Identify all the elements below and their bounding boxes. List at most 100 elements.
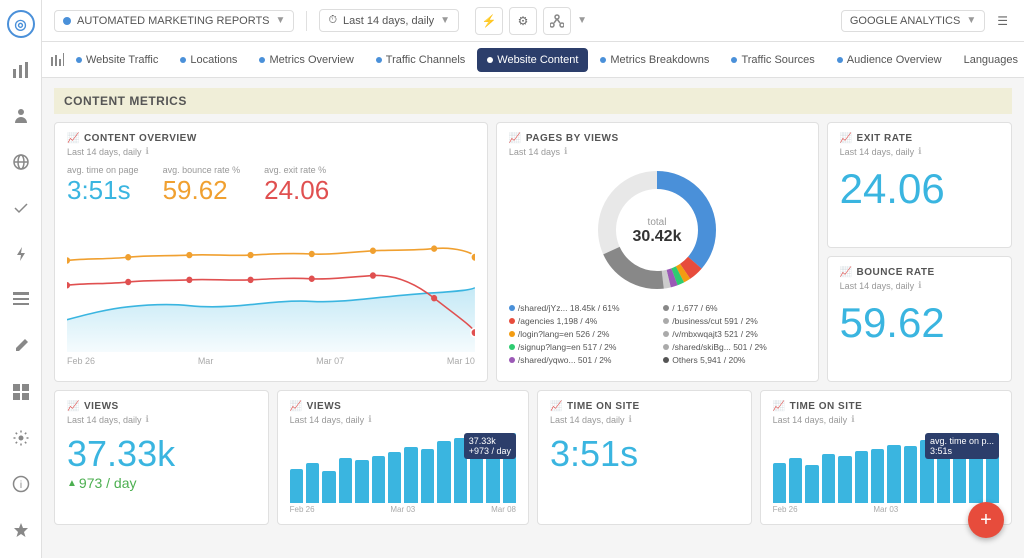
tab-label: Audience Overview bbox=[847, 54, 942, 66]
tab-traffic-channels[interactable]: Traffic Channels bbox=[366, 48, 475, 72]
sidebar-icon-star[interactable] bbox=[7, 516, 35, 544]
legend-dot bbox=[663, 305, 669, 311]
time-bar-x-labels: Feb 26 Mar 03 Mar 08 bbox=[773, 505, 999, 514]
svg-text:30.42k: 30.42k bbox=[633, 228, 682, 245]
time-bar-chart-container: avg. time on p... 3:51s bbox=[773, 433, 999, 503]
topbar: AUTOMATED MARKETING REPORTS ▼ ⏱ Last 14 … bbox=[42, 0, 1024, 42]
bar bbox=[887, 445, 900, 503]
legend-item: /shared/jYz... 18.45k / 61% bbox=[509, 303, 651, 313]
tab-traffic-sources[interactable]: Traffic Sources bbox=[721, 48, 824, 72]
tab-dot bbox=[487, 57, 493, 63]
logo[interactable]: ◎ bbox=[7, 10, 35, 38]
pages-subtitle: Last 14 days ℹ bbox=[509, 146, 806, 157]
metric-bounce-value: 59.62 bbox=[163, 175, 241, 206]
views-bar-x-labels: Feb 26 Mar 03 Mar 08 bbox=[290, 505, 516, 514]
delta-arrow: ▲ bbox=[67, 478, 77, 489]
svg-text:total: total bbox=[648, 217, 667, 228]
tab-dot bbox=[76, 57, 82, 63]
tab-dot bbox=[180, 57, 186, 63]
views-bar-chart-container: 37.33k +973 / day bbox=[290, 433, 516, 503]
metric-bounce: avg. bounce rate % 59.62 bbox=[163, 165, 241, 206]
ga-selector[interactable]: GOOGLE ANALYTICS ▼ bbox=[841, 10, 985, 32]
ga-label: GOOGLE ANALYTICS bbox=[850, 15, 960, 27]
legend-dot bbox=[663, 357, 669, 363]
bar bbox=[322, 471, 335, 503]
sidebar-icon-users[interactable] bbox=[7, 102, 35, 130]
topbar-action-icons: ⚡ ⚙ ▼ bbox=[475, 7, 587, 35]
legend-dot bbox=[663, 318, 669, 324]
content-overview-card: 📈 CONTENT OVERVIEW Last 14 days, daily ℹ… bbox=[54, 122, 488, 382]
time-chevron: ▼ bbox=[440, 15, 450, 26]
top-cards-row: 📈 CONTENT OVERVIEW Last 14 days, daily ℹ… bbox=[54, 122, 1012, 382]
tab-label: Traffic Channels bbox=[386, 54, 465, 66]
filter-icon-btn[interactable]: ⚙ bbox=[509, 7, 537, 35]
fab-button[interactable]: + bbox=[968, 502, 1004, 538]
bar bbox=[437, 441, 450, 503]
views-number-title: 📈 VIEWS bbox=[67, 401, 256, 412]
tab-website-content[interactable]: Website Content bbox=[477, 48, 588, 72]
topbar-separator bbox=[306, 11, 307, 31]
info-icon: ℹ bbox=[146, 146, 149, 157]
network-icon-btn[interactable] bbox=[543, 7, 571, 35]
legend-item: /shared/skiBg... 501 / 2% bbox=[663, 342, 805, 352]
time-label: Last 14 days, daily bbox=[343, 15, 434, 27]
time-selector[interactable]: ⏱ Last 14 days, daily ▼ bbox=[319, 9, 459, 32]
time-subtitle: Last 14 days, daily ℹ bbox=[550, 414, 739, 425]
legend-item: /shared/yqwo... 501 / 2% bbox=[509, 355, 651, 365]
info-icon: ℹ bbox=[564, 146, 567, 157]
bar bbox=[388, 452, 401, 503]
tab-audience-overview[interactable]: Audience Overview bbox=[827, 48, 952, 72]
bar bbox=[855, 451, 868, 503]
time-tooltip-value: 3:51s bbox=[930, 446, 994, 456]
donut-chart: total 30.42k bbox=[592, 165, 722, 295]
report-dot bbox=[63, 17, 71, 25]
donut-chart-container: total 30.42k bbox=[509, 165, 806, 295]
bar bbox=[822, 454, 835, 503]
bounce-rate-card: 📈 BOUNCE RATE Last 14 days, daily ℹ 59.6… bbox=[827, 256, 1012, 382]
time-on-site-big-card: 📈 TIME ON SITE Last 14 days, daily ℹ 3:5… bbox=[537, 390, 752, 525]
share-icon-btn[interactable]: ⚡ bbox=[475, 7, 503, 35]
tab-metrics-overview[interactable]: Metrics Overview bbox=[249, 48, 363, 72]
bounce-rate-value: 59.62 bbox=[840, 299, 999, 347]
legend-item: /agencies 1,198 / 4% bbox=[509, 316, 651, 326]
pages-title: 📈 PAGES BY VIEWS bbox=[509, 133, 806, 144]
menu-icon[interactable]: ☰ bbox=[993, 10, 1012, 32]
views-number-card: 📈 VIEWS Last 14 days, daily ℹ 37.33k ▲ 9… bbox=[54, 390, 269, 525]
sidebar-icon-table[interactable] bbox=[7, 286, 35, 314]
sidebar-icon-grid[interactable] bbox=[7, 378, 35, 406]
legend-dot bbox=[663, 331, 669, 337]
time-bar-subtitle: Last 14 days, daily ℹ bbox=[773, 414, 999, 425]
tab-locations[interactable]: Locations bbox=[170, 48, 247, 72]
exit-rate-card: 📈 EXIT RATE Last 14 days, daily ℹ 24.06 bbox=[827, 122, 1012, 248]
bar bbox=[372, 456, 385, 503]
network-chevron: ▼ bbox=[577, 15, 587, 26]
tab-dot bbox=[837, 57, 843, 63]
views-bar-card: 📈 VIEWS Last 14 days, daily ℹ 37.33k +97… bbox=[277, 390, 529, 525]
sidebar-icon-pencil[interactable] bbox=[7, 332, 35, 360]
bounce-rate-subtitle: Last 14 days, daily ℹ bbox=[840, 280, 999, 291]
sidebar-icon-chart[interactable] bbox=[7, 56, 35, 84]
content-overview-chart bbox=[67, 212, 475, 352]
views-bar-title: 📈 VIEWS bbox=[290, 401, 516, 412]
tab-website-traffic[interactable]: Website Traffic bbox=[66, 48, 168, 72]
sidebar-icon-settings[interactable] bbox=[7, 424, 35, 452]
pages-by-views-card: 📈 PAGES BY VIEWS Last 14 days ℹ bbox=[496, 122, 819, 382]
content-overview-title: 📈 CONTENT OVERVIEW bbox=[67, 133, 475, 144]
sidebar-icon-globe[interactable] bbox=[7, 148, 35, 176]
tab-dot bbox=[376, 57, 382, 63]
tab-label: Traffic Sources bbox=[741, 54, 814, 66]
bar bbox=[789, 458, 802, 503]
clock-icon: ⏱ bbox=[328, 14, 337, 27]
sidebar-icon-check[interactable] bbox=[7, 194, 35, 222]
metric-exit: avg. exit rate % 24.06 bbox=[264, 165, 329, 206]
time-tooltip-label: avg. time on p... bbox=[930, 436, 994, 446]
report-selector[interactable]: AUTOMATED MARKETING REPORTS ▼ bbox=[54, 10, 294, 32]
tab-metrics-breakdowns[interactable]: Metrics Breakdowns bbox=[590, 48, 719, 72]
bar bbox=[871, 449, 884, 503]
legend-item: /business/cut 591 / 2% bbox=[663, 316, 805, 326]
sidebar-icon-bolt[interactable] bbox=[7, 240, 35, 268]
tab-languages[interactable]: Languages bbox=[954, 48, 1024, 72]
tooltip-value: 37.33k bbox=[469, 436, 511, 446]
views-number-value: 37.33k bbox=[67, 433, 256, 475]
sidebar-icon-info[interactable]: i bbox=[7, 470, 35, 498]
